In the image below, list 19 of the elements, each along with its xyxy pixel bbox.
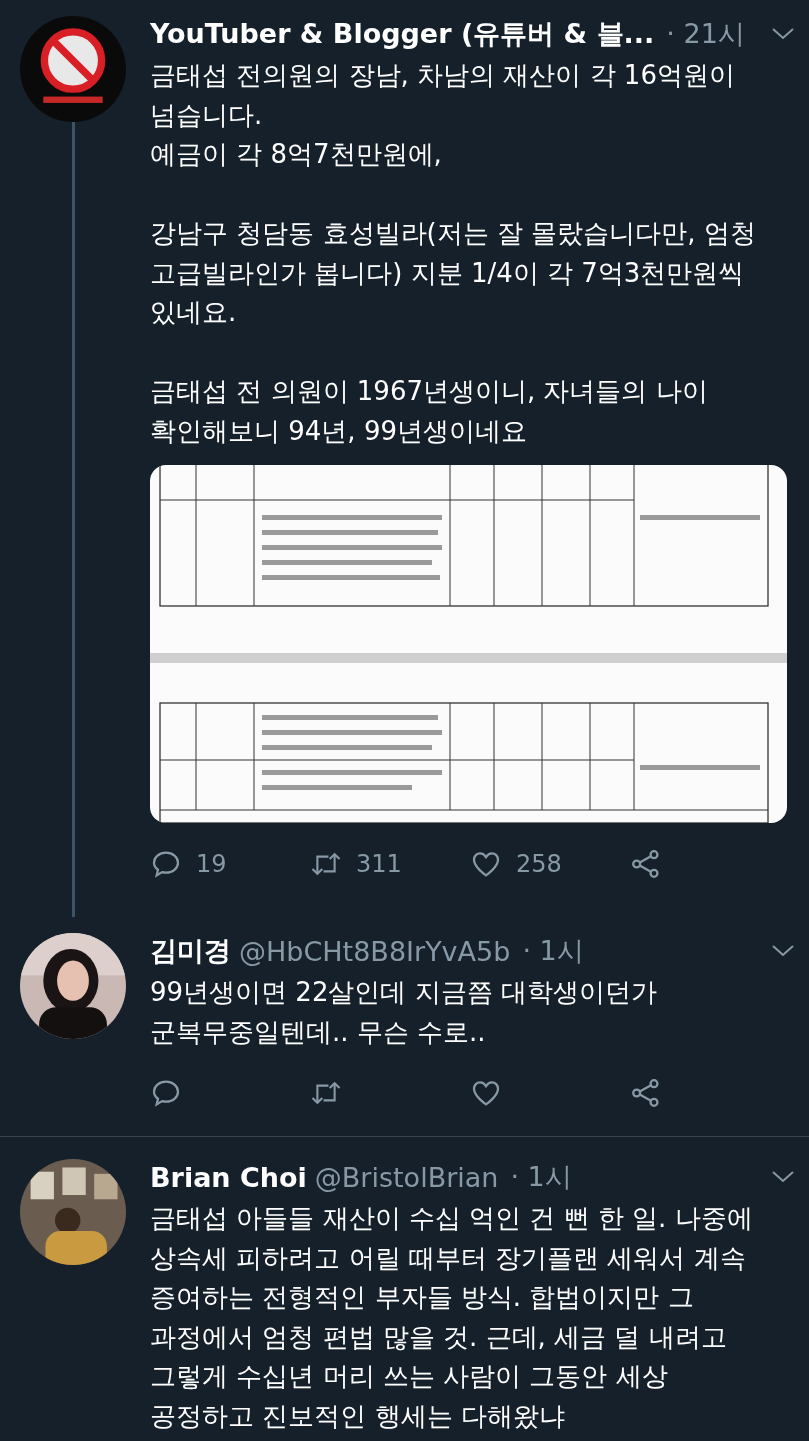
timestamp: · 1시 [510, 1160, 572, 1194]
share-icon[interactable] [630, 848, 662, 880]
author-name[interactable]: Brian Choi [150, 1161, 307, 1193]
share-icon[interactable] [630, 1077, 662, 1109]
chevron-down-icon[interactable] [771, 1170, 795, 1184]
author-handle[interactable]: @HbCHt8B8IrYvA5b [239, 935, 511, 967]
tweet-text: 금태섭 전의원의 장남, 차남의 재산이 각 16억원이 넘습니다. 예금이 각 8억7천만원에, 강남구 청담동 효성빌라(저는 잘 몰랐습니다만, 엄청 고급빌라인가 봅니다) 지분 1/4이 각 7억3천만원씩 있네요. 금태섭 전 의원이 1967년생이니, 자녀들의 나이 확인해보니 94년, 99년생이네요 [150, 59, 757, 448]
tweet-text: 99년생이면 22살인데 지금쯤 대학생이던가 군복무중일텐데.. 무슨 수로.. [150, 976, 658, 1049]
timestamp: · 1시 [522, 934, 584, 968]
author-name[interactable]: 김미경 [150, 933, 231, 969]
timestamp: · 21시 [666, 17, 745, 51]
chevron-down-icon[interactable] [771, 27, 795, 41]
author-name[interactable]: YouTuber & Blogger (유튜버 & 블... [150, 16, 655, 52]
chevron-down-icon[interactable] [771, 944, 795, 958]
author-handle[interactable]: @BristolBrian [314, 1161, 499, 1193]
tweet-text: 금태섭 아들들 재산이 수십 억인 건 뻔 한 일. 나중에 상속세 피하려고 어릴 때부터 장기플랜 세워서 계속 증여하는 전형적인 부자들 방식. 합법이지만 그 과정에서 엄청 편법 많을 것. 근데, 세금 덜 내려고 그렇게 수십년 머리 쓰는 사람이 그동안 세상 공정하고 진보적인 행세는 다해왔냐 [150, 1202, 754, 1433]
reply-count: 19 [196, 850, 227, 878]
like-count: 258 [516, 850, 562, 878]
retweet-count: 311 [356, 850, 402, 878]
